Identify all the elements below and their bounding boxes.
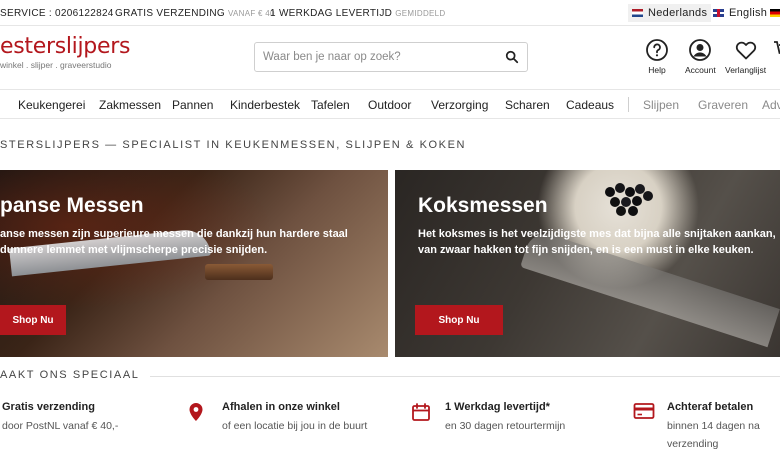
nav-item-adv[interactable]: Adv	[762, 98, 780, 112]
delivery-label: 1 WERKDAG LEVERTIJD	[270, 8, 393, 19]
banner-text-line: van zwaar hakken tot fijn snijden, en is…	[418, 244, 754, 256]
calendar-icon	[412, 403, 430, 421]
service-phone[interactable]: SERVICE : 0206122824	[0, 8, 114, 19]
feature-delivery: 1 Werkdag levertijd* en 30 dagen retourt…	[445, 401, 605, 435]
nav-item-slijpen[interactable]: Slijpen	[643, 98, 679, 112]
language-deutsch[interactable]	[766, 4, 780, 22]
top-info-bar: SERVICE : 0206122824 GRATIS VERZENDING VA…	[0, 0, 780, 26]
feature-title: Afhalen in onze winkel	[222, 401, 340, 413]
language-nederlands[interactable]: Nederlands	[628, 4, 712, 22]
feature-desc: of een locatie bij jou in de buurt	[222, 420, 368, 432]
banner-text-line: dunnere lemmet met vlijmscherpe precisie…	[0, 244, 268, 256]
site-logo[interactable]: esterslijpers winkel . slijper . graveer…	[0, 34, 130, 70]
banner-text-line: anse messen zijn superieure messen die d…	[0, 228, 348, 240]
feature-title: Achteraf betalen	[667, 401, 754, 413]
free-shipping-info: GRATIS VERZENDING VANAF € 40	[115, 8, 275, 19]
nav-item-graveren[interactable]: Graveren	[698, 98, 748, 112]
nav-item-outdoor[interactable]: Outdoor	[368, 98, 411, 112]
feature-desc: binnen 14 dagen na verzending	[667, 420, 760, 450]
delivery-note: GEMIDDELD	[395, 9, 446, 18]
account-button[interactable]: Account	[685, 38, 716, 75]
help-label: Help	[648, 65, 666, 75]
berries-image	[605, 183, 653, 216]
uk-flag-icon	[713, 9, 724, 17]
location-pin-icon	[189, 403, 203, 421]
help-icon	[646, 39, 668, 61]
heart-icon	[735, 41, 756, 60]
shop-now-button[interactable]: Shop Nu	[415, 305, 503, 335]
wishlist-label: Verlanglijst	[725, 65, 767, 75]
language-label: English	[729, 7, 768, 19]
nav-item-keukengerei[interactable]: Keukengerei	[18, 98, 85, 112]
de-flag-icon	[770, 9, 780, 17]
wishlist-button[interactable]: Verlanglijst	[725, 38, 766, 75]
specialist-tagline: STERSLIJPERS — SPECIALIST IN KEUKENMESSE…	[0, 139, 467, 151]
logo-name: esterslijpers	[0, 34, 131, 59]
free-shipping-label: GRATIS VERZENDING	[115, 8, 225, 19]
language-english[interactable]: English	[709, 4, 771, 22]
nav-item-zakmessen[interactable]: Zakmessen	[99, 98, 161, 112]
account-icon	[689, 39, 712, 61]
nav-item-scharen[interactable]: Scharen	[505, 98, 550, 112]
feature-desc: en 30 dagen retourtermijn	[445, 420, 566, 432]
feature-pickup: Afhalen in onze winkel of een locatie bi…	[222, 401, 372, 435]
feature-free-shipping: Gratis verzending door PostNL vanaf € 40…	[2, 401, 118, 435]
free-shipping-note: VANAF € 40	[227, 9, 275, 18]
divider	[150, 376, 780, 377]
nav-item-pannen[interactable]: Pannen	[172, 98, 213, 112]
feature-title: Gratis verzending	[2, 401, 95, 413]
cart-button[interactable]: W	[772, 38, 780, 75]
main-navigation: Keukengerei Zakmessen Pannen Kinderbeste…	[0, 89, 780, 119]
language-label: Nederlands	[648, 7, 708, 19]
account-label: Account	[685, 65, 716, 75]
help-button[interactable]: Help	[645, 38, 669, 75]
delivery-info: 1 WERKDAG LEVERTIJD GEMIDDELD	[270, 8, 445, 19]
banner-title: panse Messen	[0, 194, 144, 217]
feature-title: 1 Werkdag levertijd*	[445, 401, 550, 413]
shop-now-button[interactable]: Shop Nu	[0, 305, 66, 335]
nav-separator	[628, 97, 629, 112]
nav-item-verzorging[interactable]: Verzorging	[431, 98, 488, 112]
nl-flag-icon	[632, 9, 643, 17]
nav-item-tafelen[interactable]: Tafelen	[311, 98, 350, 112]
knife-handle-image	[205, 264, 273, 280]
credit-card-icon	[633, 403, 655, 419]
banner-title: Koksmessen	[418, 194, 548, 217]
nav-item-cadeaus[interactable]: Cadeaus	[566, 98, 614, 112]
search-input[interactable]	[255, 43, 495, 71]
feature-pay-later: Achteraf betalen binnen 14 dagen na verz…	[667, 401, 775, 453]
logo-tagline: winkel . slijper . graveerstudio	[0, 60, 112, 70]
banner-text-line: Het koksmes is het veelzijdigste mes dat…	[418, 228, 776, 240]
search-box	[254, 42, 528, 72]
cart-icon	[774, 41, 780, 54]
nav-item-kinderbestek[interactable]: Kinderbestek	[230, 98, 300, 112]
feature-desc: door PostNL vanaf € 40,-	[2, 420, 119, 432]
search-icon[interactable]	[505, 50, 519, 64]
special-heading: AAKT ONS SPECIAAL	[0, 369, 140, 381]
